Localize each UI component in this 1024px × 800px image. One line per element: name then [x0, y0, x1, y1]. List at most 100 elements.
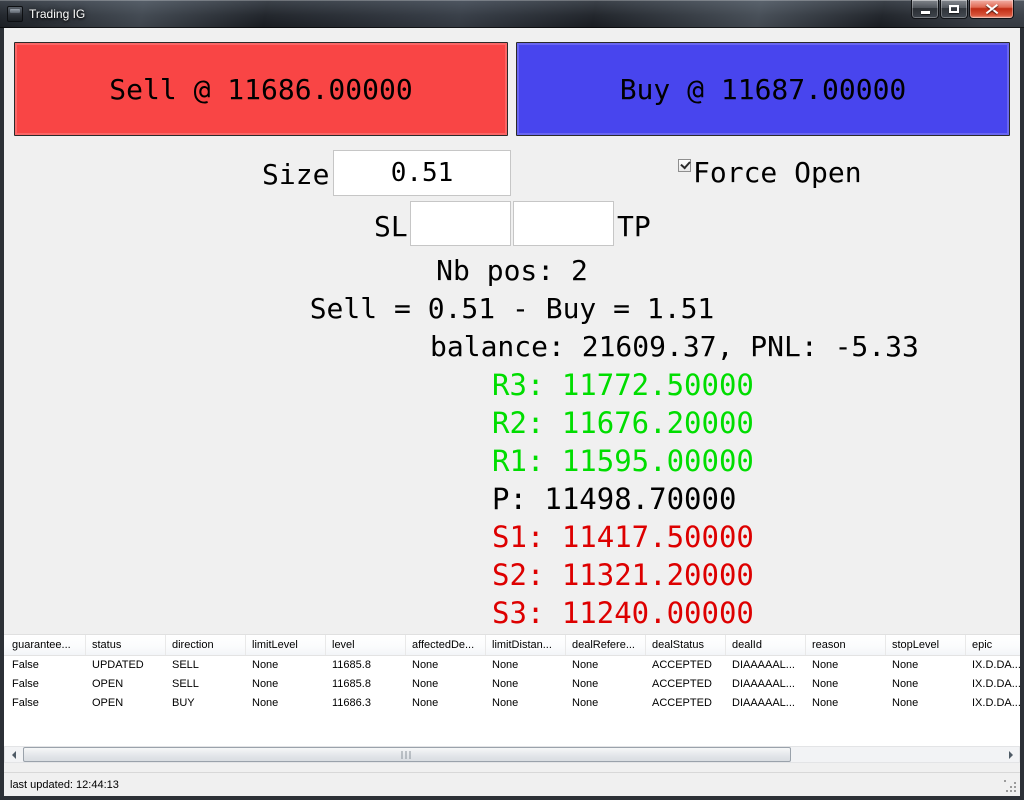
maximize-button[interactable]: [940, 0, 968, 19]
titlebar[interactable]: Trading IG: [0, 0, 1024, 28]
table-cell: ACCEPTED: [652, 659, 712, 671]
table-cell: None: [892, 697, 919, 709]
table-cell: BUY: [172, 697, 195, 709]
table-cell: None: [412, 697, 439, 709]
info-block: Nb pos: 2 Sell = 0.51 - Buy = 1.51 balan…: [4, 252, 1020, 632]
arrow-right-icon: [1008, 750, 1013, 759]
last-updated-text: last updated: 12:44:13: [10, 779, 119, 791]
table-cell: None: [812, 697, 839, 709]
window-title: Trading IG: [29, 7, 86, 21]
table-cell: IX.D.DA...: [972, 659, 1020, 671]
table-cell: DIAAAAAL...: [732, 697, 795, 709]
table-cell: None: [812, 678, 839, 690]
nb-positions-text: Nb pos: 2: [436, 254, 588, 287]
minimize-button[interactable]: [911, 0, 939, 19]
column-header[interactable]: dealRefere...: [566, 635, 646, 655]
column-header[interactable]: status: [86, 635, 166, 655]
pivot-level-line: R3: 11772.50000: [492, 368, 754, 402]
table-cell: ACCEPTED: [652, 678, 712, 690]
size-input[interactable]: [333, 150, 511, 196]
table-cell: False: [12, 659, 39, 671]
balance-text: balance: 21609.37, PNL: -5.33: [430, 330, 919, 363]
table-row[interactable]: False OPEN SELL None 11685.8 None None None ACCE…: [6, 675, 1020, 694]
table-cell: SELL: [172, 659, 199, 671]
table-cell: IX.D.DA...: [972, 697, 1020, 709]
table-cell: None: [892, 659, 919, 671]
table-cell: ACCEPTED: [652, 697, 712, 709]
close-icon: [986, 4, 998, 14]
buy-button[interactable]: Buy @ 11687.00000: [516, 42, 1010, 136]
force-open-group: Force Open: [678, 156, 862, 189]
exposure-text: Sell = 0.51 - Buy = 1.51: [309, 292, 715, 325]
pivot-level-line: R2: 11676.20000: [492, 406, 754, 440]
arrow-left-icon: [11, 750, 16, 759]
table-cell: None: [492, 697, 519, 709]
pivot-level-line: S1: 11417.50000: [492, 520, 754, 554]
pivot-level-line: S3: 11240.00000: [492, 596, 754, 630]
resize-grip[interactable]: [1004, 780, 1017, 793]
column-header[interactable]: dealStatus: [646, 635, 726, 655]
table-cell: None: [412, 678, 439, 690]
column-header[interactable]: limitDistan...: [486, 635, 566, 655]
minimize-icon: [920, 10, 930, 14]
table-cell: None: [252, 678, 279, 690]
client-area: Sell @ 11686.00000 Buy @ 11687.00000 Siz…: [4, 28, 1020, 796]
table-cell: None: [812, 659, 839, 671]
scrollbar-grip-icon: [401, 751, 413, 759]
table-cell: None: [572, 678, 599, 690]
column-header[interactable]: guarantee...: [6, 635, 86, 655]
scrollbar-thumb[interactable]: [23, 747, 791, 762]
scroll-right-button[interactable]: [1002, 747, 1019, 762]
statusbar: last updated: 12:44:13: [4, 772, 1020, 796]
app-window: Trading IG Sell @ 11686.00000 Buy @ 1168…: [0, 0, 1024, 800]
table-cell: None: [572, 659, 599, 671]
table-cell: None: [492, 659, 519, 671]
table-row[interactable]: False OPEN BUY None 11686.3 None None None ACCEP…: [6, 694, 1020, 713]
stop-loss-label: SL: [374, 210, 408, 243]
close-button[interactable]: [969, 0, 1014, 19]
column-header[interactable]: affectedDe...: [406, 635, 486, 655]
pivot-levels: R3: 11772.50000 R2: 11676.20000 R1: 11595.…: [4, 366, 1020, 632]
table-cell: DIAAAAAL...: [732, 659, 795, 671]
table-cell: None: [892, 678, 919, 690]
column-header[interactable]: level: [326, 635, 406, 655]
table-cell: 11685.8: [332, 659, 371, 671]
caption-buttons: [910, 0, 1014, 19]
table-cell: None: [412, 659, 439, 671]
column-header[interactable]: reason: [806, 635, 886, 655]
column-header[interactable]: limitLevel: [246, 635, 326, 655]
pivot-level-line: P: 11498.70000: [492, 482, 737, 516]
size-label: Size: [262, 158, 330, 191]
table-cell: None: [572, 697, 599, 709]
sell-button[interactable]: Sell @ 11686.00000: [14, 42, 508, 136]
column-header[interactable]: dealId: [726, 635, 806, 655]
horizontal-scrollbar[interactable]: [4, 746, 1020, 763]
table-cell: None: [252, 697, 279, 709]
column-header[interactable]: stopLevel: [886, 635, 966, 655]
table-cell: SELL: [172, 678, 199, 690]
pivot-level-line: R1: 11595.00000: [492, 444, 754, 478]
table-cell: OPEN: [92, 697, 124, 709]
take-profit-label: TP: [617, 210, 651, 243]
table-cell: OPEN: [92, 678, 124, 690]
pivot-level-line: S2: 11321.20000: [492, 558, 754, 592]
app-icon: [7, 6, 23, 22]
table-header-row: guarantee... status direction limitLevel lev…: [4, 635, 1020, 656]
maximize-icon: [949, 5, 959, 13]
table-cell: DIAAAAAL...: [732, 678, 795, 690]
table-row[interactable]: False UPDATED SELL None 11685.8 None None None A…: [6, 656, 1020, 675]
force-open-checkbox[interactable]: [678, 159, 691, 172]
trade-buttons-row: Sell @ 11686.00000 Buy @ 11687.00000: [14, 42, 1010, 136]
table-cell: IX.D.DA...: [972, 678, 1020, 690]
scroll-left-button[interactable]: [5, 747, 22, 762]
take-profit-input[interactable]: [513, 201, 614, 246]
force-open-label: Force Open: [693, 156, 862, 189]
table-cell: False: [12, 678, 39, 690]
table-cell: UPDATED: [92, 659, 144, 671]
table-cell: 11686.3: [332, 697, 371, 709]
stop-loss-input[interactable]: [410, 201, 511, 246]
table-cell: None: [492, 678, 519, 690]
column-header[interactable]: epic: [966, 635, 1020, 655]
table-cell: False: [12, 697, 39, 709]
column-header[interactable]: direction: [166, 635, 246, 655]
